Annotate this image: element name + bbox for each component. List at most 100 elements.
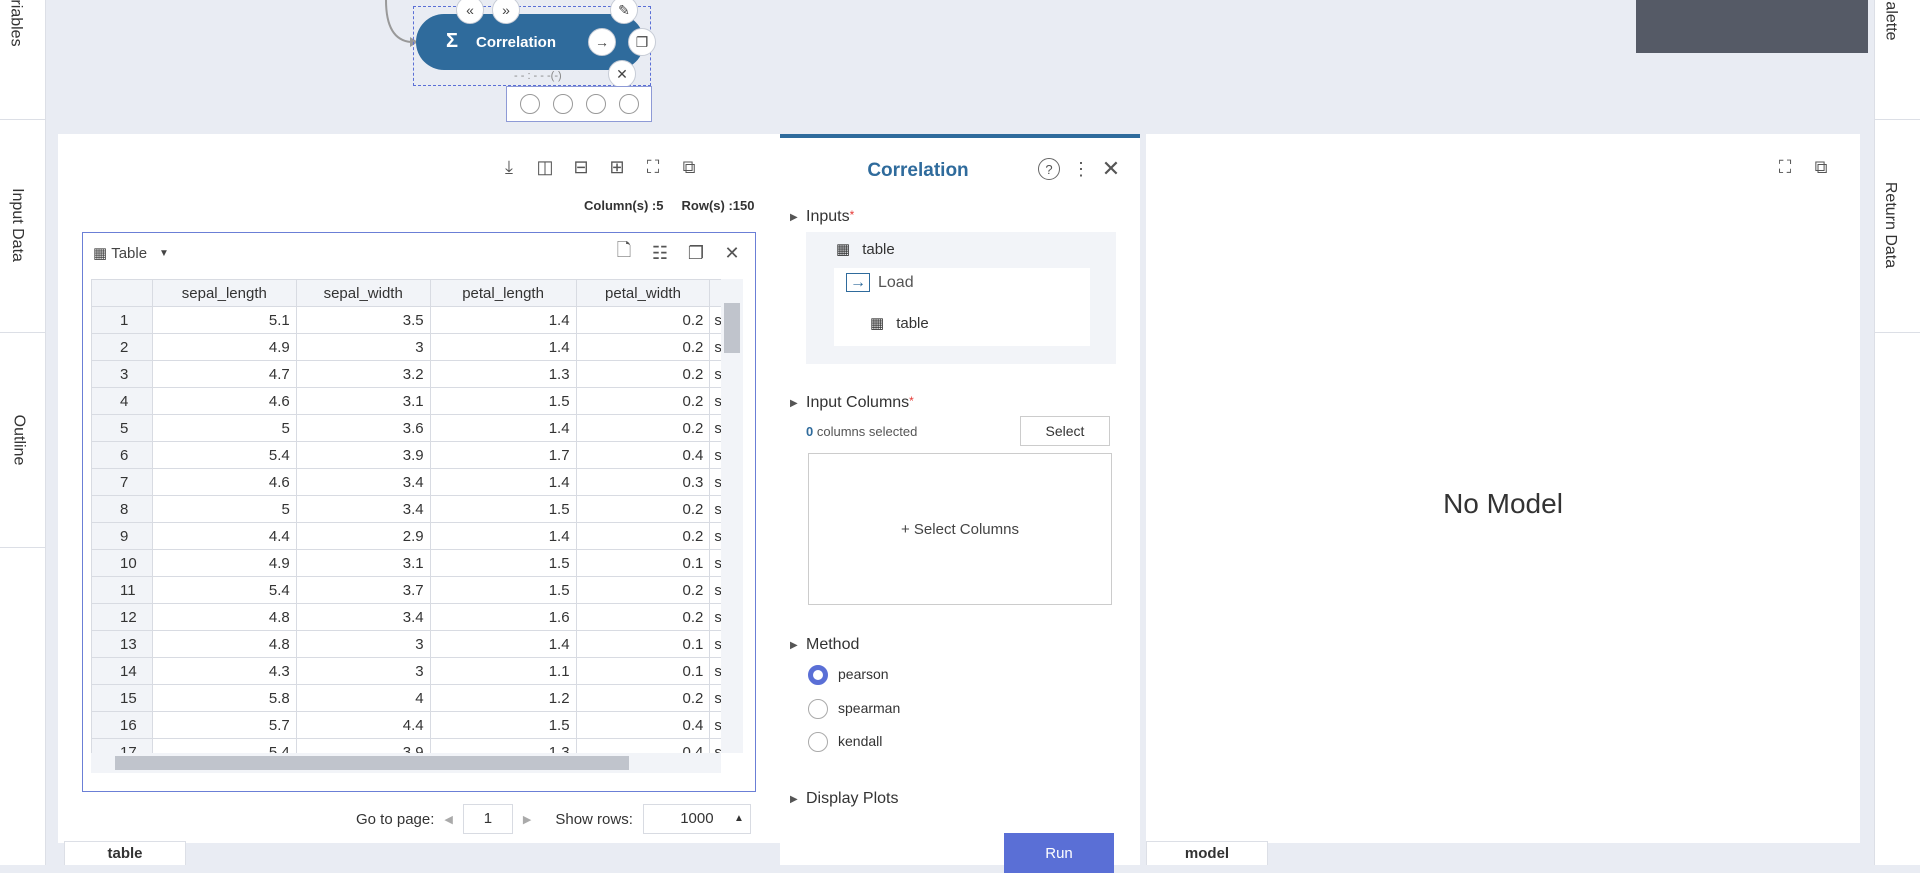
sidebar-tab-input-data[interactable]: Input Data (0, 120, 45, 333)
select-columns-area[interactable]: + Select Columns (808, 453, 1112, 605)
row-index: 8 (91, 495, 153, 523)
caret-right-icon[interactable]: ▶ (790, 794, 798, 805)
download-icon[interactable]: ⤓ (496, 154, 522, 180)
display-plots-section[interactable]: Display Plots (806, 790, 898, 808)
tree-item-load-table[interactable]: ▦ table (870, 314, 929, 332)
column-header[interactable]: sepal_length (151, 279, 297, 307)
split-vertical-icon[interactable]: ◫ (532, 154, 558, 180)
caret-right-icon[interactable]: ▶ (790, 640, 798, 651)
cancel-icon[interactable] (519, 94, 540, 114)
input-columns-section[interactable]: Input Columns* (806, 394, 914, 412)
table-cell: 0.2 (575, 495, 711, 523)
duplicate-icon[interactable]: ❐ (683, 240, 709, 266)
caret-right-icon[interactable]: ▶ (790, 212, 798, 223)
table-icon: ▦ (93, 245, 108, 262)
table-row[interactable]: 65.43.91.70.4se (91, 441, 721, 469)
close-panel-icon[interactable]: ✕ (1098, 156, 1124, 182)
vertical-scrollbar[interactable] (721, 279, 743, 753)
close-table-icon[interactable]: ✕ (719, 240, 745, 266)
table-cell: 1.5 (429, 576, 577, 604)
table-cell: 0.1 (575, 630, 711, 658)
fullscreen-icon[interactable]: ⛶ (640, 154, 666, 180)
close-icon[interactable]: ✕ (608, 60, 636, 88)
table-cell: 0.4 (575, 738, 711, 753)
select-button[interactable]: Select (1020, 416, 1110, 446)
table-cell: 3 (295, 333, 431, 361)
table-settings-icon[interactable]: ☷ (647, 240, 673, 266)
minimap[interactable] (1636, 0, 1868, 53)
table-row[interactable]: 94.42.91.40.2se (91, 522, 721, 550)
radio-kendall[interactable] (808, 732, 828, 752)
column-header[interactable] (709, 279, 721, 307)
radio-spearman[interactable] (808, 699, 828, 719)
page-input[interactable]: 1 (462, 804, 513, 834)
method-label[interactable]: Method (806, 636, 859, 654)
split-horizontal-icon[interactable]: ⊟ (568, 154, 594, 180)
table-row[interactable]: 34.73.21.30.2se (91, 360, 721, 388)
inputs-section[interactable]: Inputs* (806, 208, 854, 226)
right-sidebar: alette Return Data (1874, 0, 1920, 865)
share-icon[interactable] (552, 94, 573, 114)
copy-icon[interactable]: ❐ (628, 28, 656, 56)
horizontal-scrollbar[interactable] (91, 753, 721, 773)
show-rows-select[interactable]: 1000 ▲ (642, 804, 751, 834)
more-icon[interactable]: ⋮ (1068, 156, 1094, 182)
play-icon[interactable] (585, 94, 606, 114)
table-view-select[interactable]: Table (111, 245, 147, 262)
column-header[interactable]: sepal_width (295, 279, 431, 307)
table-row[interactable]: 124.83.41.60.2se (91, 603, 721, 631)
inputs-tree: ▦ table → Load ▦ table (806, 232, 1116, 364)
table-cell: se (709, 441, 721, 469)
data-tabbar: table (58, 841, 780, 865)
run-button[interactable]: Run (1004, 833, 1114, 873)
table-row[interactable]: 44.63.11.50.2se (91, 387, 721, 415)
clipboard-icon[interactable] (618, 94, 639, 114)
next-page-icon[interactable]: ▶ (523, 813, 531, 826)
table-row[interactable]: 144.331.10.1se (91, 657, 721, 685)
table-cell: 3.9 (295, 738, 431, 753)
column-header[interactable]: petal_width (575, 279, 711, 307)
table-row[interactable]: 853.41.50.2se (91, 495, 721, 523)
table-cell: 3.1 (295, 387, 431, 415)
table-cell: 3.4 (295, 603, 431, 631)
table-row[interactable]: 104.93.11.50.1se (91, 549, 721, 577)
tree-item-table[interactable]: ▦ table (836, 240, 895, 258)
table-row[interactable]: 155.841.20.2se (91, 684, 721, 712)
sidebar-tab-palette[interactable]: alette (1875, 0, 1920, 120)
radio-pearson[interactable] (808, 665, 828, 685)
table-row[interactable]: 15.13.51.40.2se (91, 306, 721, 334)
table-cell: 3.7 (295, 576, 431, 604)
table-row[interactable]: 115.43.71.50.2se (91, 576, 721, 604)
table-row[interactable]: 74.63.41.40.3se (91, 468, 721, 496)
table-row[interactable]: 553.61.40.2se (91, 414, 721, 442)
help-icon[interactable]: ? (1038, 158, 1060, 180)
table-row[interactable]: 175.43.91.30.4se (91, 738, 721, 753)
row-index: 12 (91, 603, 153, 631)
column-header[interactable] (91, 279, 153, 307)
workflow-canvas[interactable]: Σ Correlation - - : - - -(-) « » → ✎ ❐ ✕ (46, 0, 1874, 132)
caret-right-icon[interactable]: ▶ (790, 398, 798, 409)
grid-icon[interactable]: ⊞ (604, 154, 630, 180)
table-cell: se (709, 549, 721, 577)
fullscreen-icon[interactable]: ⛶ (1772, 154, 1798, 180)
table-row[interactable]: 165.74.41.50.4se (91, 711, 721, 739)
chevron-down-icon[interactable]: ▼ (159, 248, 169, 259)
popout-icon[interactable]: ⧉ (1808, 154, 1834, 180)
popout-icon[interactable]: ⧉ (676, 154, 702, 180)
table-cell: 1.5 (429, 495, 577, 523)
columns-info: Column(s) :5 (584, 198, 664, 213)
table-row[interactable]: 24.931.40.2se (91, 333, 721, 361)
table-cell: 1.3 (429, 360, 577, 388)
new-sheet-icon[interactable]: 🗋 (611, 240, 637, 266)
sidebar-tab-return-data[interactable]: Return Data (1875, 120, 1920, 333)
node-label: Correlation (476, 33, 557, 51)
tab-model[interactable]: model (1146, 841, 1268, 865)
tab-table[interactable]: table (64, 841, 186, 865)
prev-page-icon[interactable]: ◀ (444, 813, 452, 826)
sidebar-tab-outline[interactable]: Outline (0, 333, 45, 548)
column-header[interactable]: petal_length (429, 279, 577, 307)
sidebar-tab-variables[interactable]: riables (0, 0, 45, 120)
table-row[interactable]: 134.831.40.1se (91, 630, 721, 658)
arrow-right-icon[interactable]: → (588, 28, 616, 56)
load-item[interactable]: → Load (846, 273, 914, 292)
